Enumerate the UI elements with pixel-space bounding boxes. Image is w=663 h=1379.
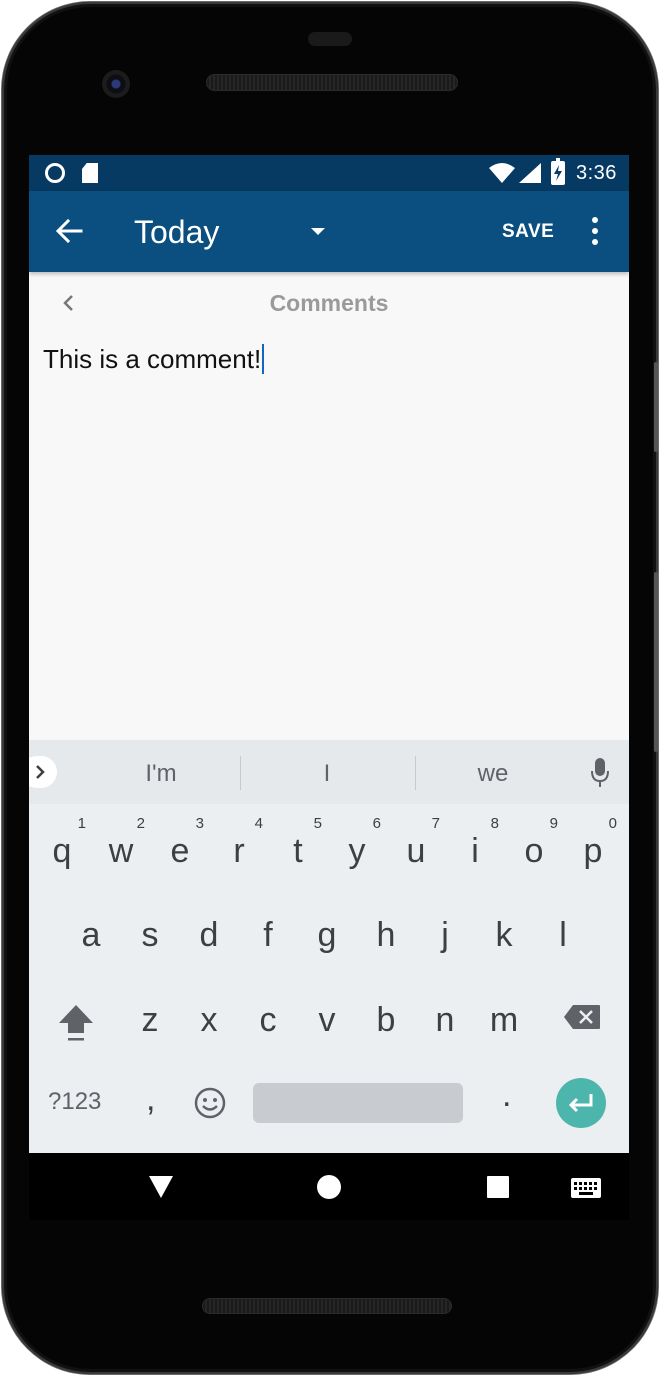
- key-v[interactable]: v: [299, 983, 355, 1057]
- key-e[interactable]: e3: [152, 814, 208, 888]
- key-h[interactable]: h: [358, 898, 414, 972]
- suggestion-divider: [415, 756, 416, 790]
- key-l[interactable]: l: [535, 898, 591, 972]
- key-a[interactable]: a: [63, 898, 119, 972]
- key-i[interactable]: i8: [447, 814, 503, 888]
- earpiece: [308, 32, 352, 46]
- comment-input[interactable]: This is a comment!: [43, 344, 265, 375]
- navigation-bar: [29, 1153, 629, 1220]
- enter-button[interactable]: [556, 1078, 606, 1128]
- status-bar: 3:36: [29, 155, 629, 191]
- save-button[interactable]: SAVE: [502, 221, 554, 243]
- key-k[interactable]: k: [476, 898, 532, 972]
- key-q[interactable]: q1: [34, 814, 90, 888]
- period-key[interactable]: .: [502, 1076, 511, 1115]
- suggestion-word[interactable]: I: [287, 760, 367, 788]
- comments-panel: Comments This is a comment!: [29, 272, 629, 740]
- cell-signal-icon: [519, 163, 541, 183]
- key-n[interactable]: n: [417, 983, 473, 1057]
- key-y[interactable]: y6: [329, 814, 385, 888]
- more-options-icon[interactable]: [591, 217, 599, 247]
- bottom-speaker: [202, 1298, 452, 1314]
- app-bar: Today SAVE: [29, 191, 629, 272]
- comment-text: This is a comment!: [43, 344, 262, 374]
- nav-recents-icon[interactable]: [487, 1176, 509, 1198]
- text-cursor: [262, 344, 265, 374]
- backspace-icon[interactable]: [563, 1004, 601, 1030]
- key-t[interactable]: t5: [270, 814, 326, 888]
- key-f[interactable]: f: [240, 898, 296, 972]
- key-p[interactable]: p0: [565, 814, 621, 888]
- suggestion-word[interactable]: I'm: [121, 760, 201, 788]
- back-arrow-icon[interactable]: [55, 219, 83, 243]
- suggestion-word[interactable]: we: [453, 760, 533, 788]
- symbols-key[interactable]: ?123: [48, 1088, 101, 1116]
- screen: 3:36 Today SAVE Comments This is a comme…: [29, 155, 629, 1220]
- key-b[interactable]: b: [358, 983, 414, 1057]
- shift-icon[interactable]: [57, 1003, 95, 1043]
- key-r[interactable]: r4: [211, 814, 267, 888]
- power-button: [654, 362, 658, 452]
- comments-heading: Comments: [269, 290, 389, 316]
- nav-back-icon[interactable]: [149, 1176, 173, 1198]
- volume-button: [654, 572, 658, 752]
- suggestion-divider: [240, 756, 241, 790]
- key-s[interactable]: s: [122, 898, 178, 972]
- app-bar-title: Today: [134, 214, 220, 250]
- soft-keyboard: I'm I we q1 w2 e3 r4 t5 y6 u7 i8 o9 p0 a…: [29, 740, 629, 1153]
- emoji-icon[interactable]: [194, 1087, 226, 1119]
- wifi-icon: [489, 163, 515, 183]
- front-camera: [102, 70, 130, 98]
- key-w[interactable]: w2: [93, 814, 149, 888]
- key-c[interactable]: c: [240, 983, 296, 1057]
- key-x[interactable]: x: [181, 983, 237, 1057]
- key-g[interactable]: g: [299, 898, 355, 972]
- enter-arrow-icon: [568, 1094, 593, 1113]
- phone-frame: 3:36 Today SAVE Comments This is a comme…: [2, 2, 658, 1374]
- comma-key[interactable]: ,: [146, 1080, 155, 1119]
- keyboard-switch-icon[interactable]: [571, 1178, 601, 1198]
- status-time: 3:36: [576, 162, 617, 184]
- date-dropdown[interactable]: Today: [134, 211, 334, 253]
- sd-card-icon: [82, 163, 98, 183]
- space-bar[interactable]: [253, 1083, 463, 1123]
- battery-charging-icon: [551, 158, 565, 185]
- key-m[interactable]: m: [476, 983, 532, 1057]
- suggestion-strip: I'm I we: [29, 740, 629, 804]
- nav-home-icon[interactable]: [317, 1175, 341, 1199]
- key-j[interactable]: j: [417, 898, 473, 972]
- expand-toolbar-button[interactable]: [29, 756, 57, 788]
- key-u[interactable]: u7: [388, 814, 444, 888]
- key-d[interactable]: d: [181, 898, 237, 972]
- top-speaker: [206, 74, 458, 91]
- chevron-right-icon: [36, 765, 45, 779]
- microphone-icon[interactable]: [591, 758, 609, 788]
- sync-circle-icon: [45, 163, 65, 183]
- key-z[interactable]: z: [122, 983, 178, 1057]
- dropdown-caret-icon[interactable]: [311, 228, 325, 235]
- key-o[interactable]: o9: [506, 814, 562, 888]
